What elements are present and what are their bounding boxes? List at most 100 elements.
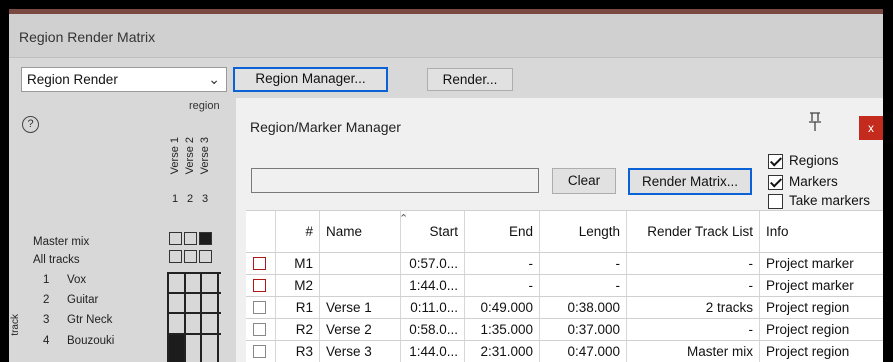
- color-cell[interactable]: [246, 253, 276, 275]
- cell-start[interactable]: 0:11.0...: [401, 297, 465, 319]
- render-source-select[interactable]: Region Render ⌄: [21, 67, 227, 92]
- color-cell[interactable]: [246, 275, 276, 297]
- track-name-bouzouki: Bouzouki: [67, 335, 115, 347]
- cell-id: M1: [276, 253, 320, 275]
- column-header-render-track-list[interactable]: Render Track List: [627, 211, 760, 252]
- column-header-length[interactable]: Length: [540, 211, 627, 252]
- take-markers-checkbox-box[interactable]: [768, 194, 783, 209]
- region-column-number-1: 1: [172, 193, 179, 205]
- cell-end[interactable]: -: [465, 275, 540, 297]
- cell-render-track-list[interactable]: Master mix: [627, 341, 760, 362]
- cell-start[interactable]: 1:44.0...: [401, 275, 465, 297]
- cell-length[interactable]: -: [540, 275, 627, 297]
- cell-info: Project marker: [766, 278, 854, 293]
- track-number-3: 3: [43, 314, 50, 326]
- close-button[interactable]: x: [859, 116, 883, 140]
- cell-end[interactable]: 2:31.000: [465, 341, 540, 362]
- regions-checkbox-label: Regions: [789, 153, 839, 168]
- matrix-cell[interactable]: [169, 232, 182, 245]
- color-swatch[interactable]: [253, 257, 266, 270]
- cell-length[interactable]: -: [540, 253, 627, 275]
- help-icon[interactable]: ?: [22, 116, 39, 133]
- cell-info: Project region: [766, 344, 850, 359]
- cell-id: M2: [276, 275, 320, 297]
- markers-checkbox-box[interactable]: [768, 175, 783, 190]
- column-header-name[interactable]: ⌃ Name: [320, 211, 408, 252]
- render-button[interactable]: Render...: [427, 68, 513, 91]
- row-label-all-tracks: All tracks: [33, 254, 80, 266]
- titlebar[interactable]: Region Render Matrix: [9, 14, 883, 58]
- cell-name[interactable]: Verse 1: [320, 297, 401, 319]
- column-header-start[interactable]: Start: [401, 211, 465, 252]
- cell-name[interactable]: Verse 2: [320, 319, 401, 341]
- track-number-1: 1: [43, 274, 50, 286]
- color-cell[interactable]: [246, 319, 276, 341]
- color-swatch[interactable]: [253, 301, 266, 314]
- region-column-label-1: Verse 1: [169, 137, 181, 175]
- region-render-matrix-window: Region Render Matrix Region Render ⌄ Reg…: [9, 9, 883, 362]
- cell-length[interactable]: 0:47.000: [540, 341, 627, 362]
- cell-id: R3: [276, 341, 320, 362]
- cell-info: Project region: [766, 300, 850, 315]
- color-swatch[interactable]: [253, 279, 266, 292]
- color-swatch[interactable]: [253, 323, 266, 336]
- region-manager-button[interactable]: Region Manager...: [233, 67, 388, 92]
- region-marker-table[interactable]: # ⌃ Name Start End Length Render Track L…: [246, 210, 883, 362]
- cell-render-track-list[interactable]: -: [627, 275, 760, 297]
- table-row[interactable]: M1 0:57.0... - - - Project marker: [246, 252, 883, 275]
- matrix-cell-selected[interactable]: [199, 232, 212, 245]
- track-name-gtr-neck: Gtr Neck: [67, 314, 113, 326]
- render-matrix-button[interactable]: Render Matrix...: [628, 168, 752, 195]
- track-number-2: 2: [43, 294, 50, 306]
- column-header-number[interactable]: #: [276, 211, 320, 252]
- render-source-value: Region Render: [27, 72, 118, 87]
- cell-start[interactable]: 0:57.0...: [401, 253, 465, 275]
- row-label-master-mix: Master mix: [33, 236, 90, 248]
- clear-button[interactable]: Clear: [552, 168, 616, 194]
- region-column-number-3: 3: [202, 193, 209, 205]
- cell-length[interactable]: 0:38.000: [540, 297, 627, 319]
- color-cell[interactable]: [246, 341, 276, 362]
- region-column-label-3: Verse 3: [199, 137, 211, 175]
- regions-checkbox-box[interactable]: [768, 154, 783, 169]
- matrix-cell[interactable]: [199, 250, 212, 263]
- chevron-down-icon: ⌄: [208, 71, 220, 87]
- column-header-end[interactable]: End: [465, 211, 540, 252]
- column-header-color[interactable]: [246, 211, 276, 252]
- cell-name[interactable]: Verse 3: [320, 341, 401, 362]
- cell-name[interactable]: [320, 275, 401, 297]
- matrix-cell-selected[interactable]: [169, 335, 184, 362]
- region-marker-manager-window: Region/Marker Manager x Clear Render Mat…: [236, 98, 883, 362]
- cell-render-track-list[interactable]: 2 tracks: [627, 297, 760, 319]
- table-row[interactable]: R2 Verse 2 0:58.0... 1:35.000 0:37.000 -…: [246, 318, 883, 341]
- table-row[interactable]: M2 1:44.0... - - - Project marker: [246, 274, 883, 297]
- markers-checkbox-label: Markers: [789, 174, 838, 189]
- track-number-4: 4: [43, 335, 50, 347]
- table-row[interactable]: R3 Verse 3 1:44.0... 2:31.000 0:47.000 M…: [246, 340, 883, 362]
- pin-icon[interactable]: [807, 111, 823, 133]
- cell-end[interactable]: -: [465, 253, 540, 275]
- table-row[interactable]: R1 Verse 1 0:11.0... 0:49.000 0:38.000 2…: [246, 296, 883, 319]
- window-title: Region Render Matrix: [19, 29, 156, 45]
- cell-end[interactable]: 1:35.000: [465, 319, 540, 341]
- cell-start[interactable]: 1:44.0...: [401, 341, 465, 362]
- cell-length[interactable]: 0:37.000: [540, 319, 627, 341]
- filter-input[interactable]: [251, 168, 539, 193]
- cell-id: R1: [276, 297, 320, 319]
- column-header-name-label: Name: [326, 224, 363, 239]
- take-markers-checkbox-label: Take markers: [789, 193, 871, 208]
- cell-render-track-list[interactable]: -: [627, 253, 760, 275]
- track-matrix-grid[interactable]: [167, 272, 221, 362]
- column-header-info[interactable]: Info: [760, 211, 883, 252]
- cell-start[interactable]: 0:58.0...: [401, 319, 465, 341]
- cell-render-track-list[interactable]: -: [627, 319, 760, 341]
- cell-end[interactable]: 0:49.000: [465, 297, 540, 319]
- matrix-cell[interactable]: [184, 232, 197, 245]
- color-cell[interactable]: [246, 297, 276, 319]
- matrix-cell[interactable]: [169, 250, 182, 263]
- cell-name[interactable]: [320, 253, 401, 275]
- color-swatch[interactable]: [253, 345, 266, 358]
- matrix-cell[interactable]: [184, 250, 197, 263]
- track-name-vox: Vox: [67, 274, 87, 286]
- cell-info: Project marker: [766, 256, 854, 271]
